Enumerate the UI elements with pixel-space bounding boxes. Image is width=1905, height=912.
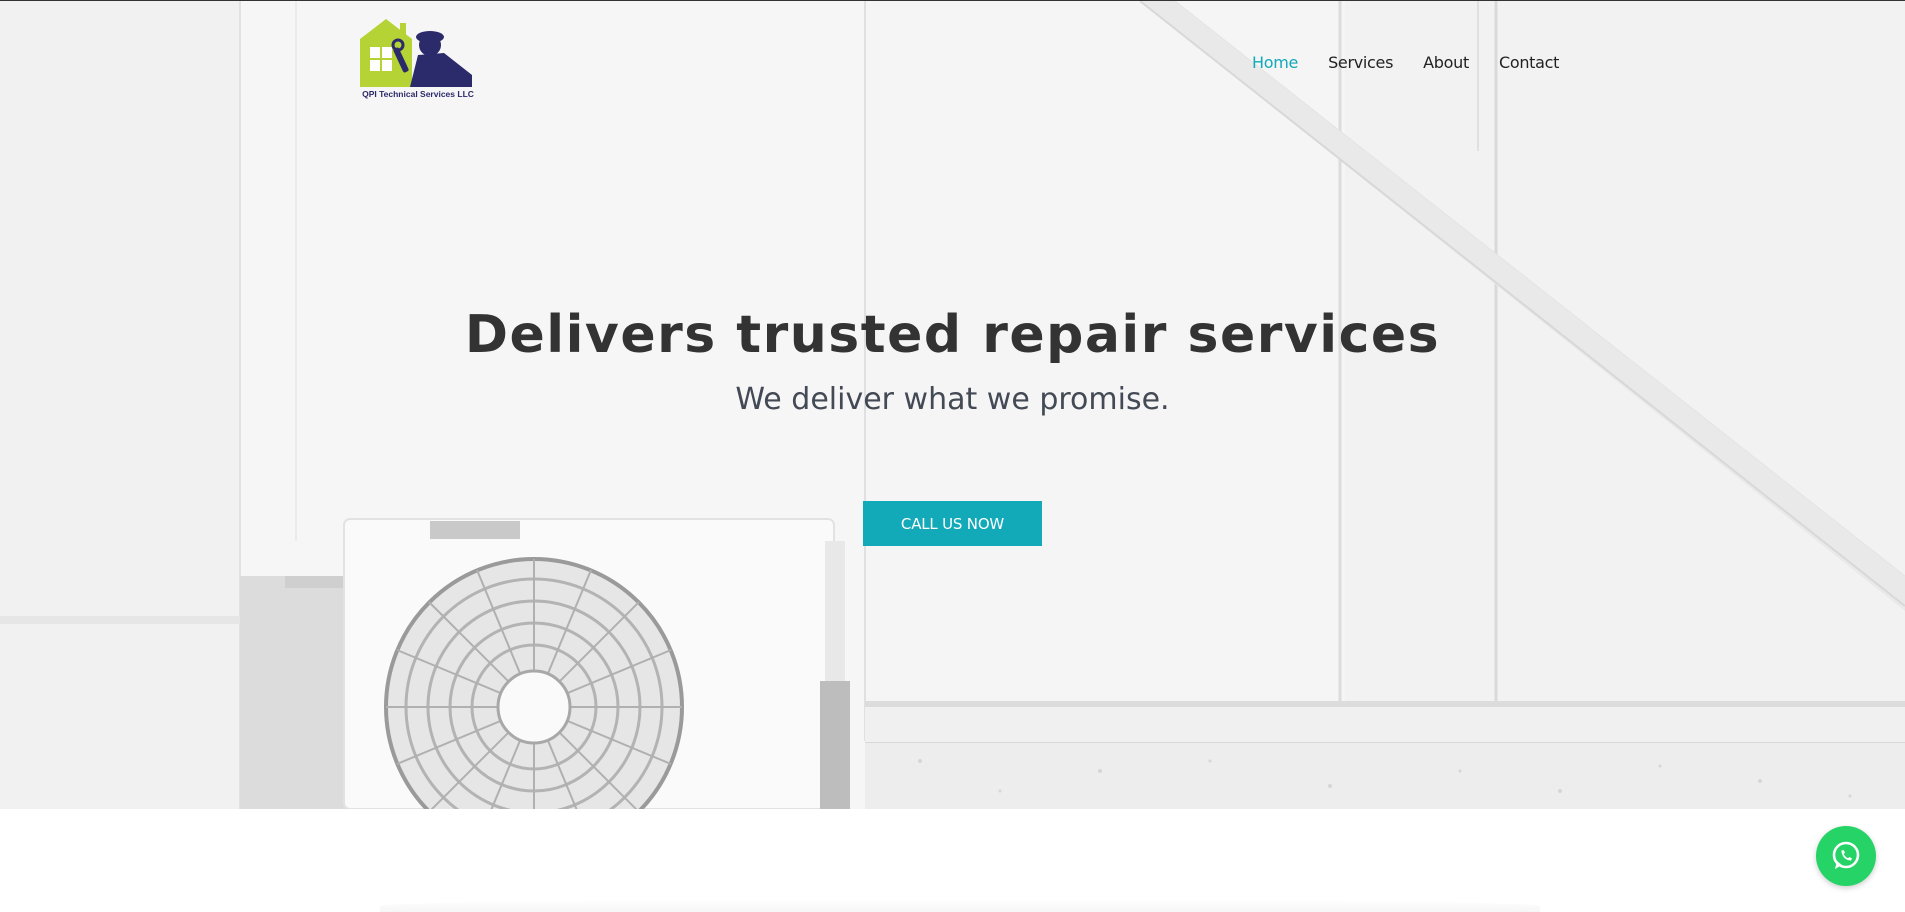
whatsapp-button[interactable] — [1816, 826, 1876, 886]
company-logo[interactable]: QPI Technical Services LLC — [360, 17, 476, 103]
page: QPI Technical Services LLC Home Services… — [0, 0, 1905, 912]
nav-item-home[interactable]: Home — [1252, 53, 1298, 72]
hero-section: QPI Technical Services LLC Home Services… — [0, 1, 1905, 809]
hero-subtitle: We deliver what we promise. — [735, 382, 1170, 417]
section-card-shadow — [380, 899, 1540, 912]
main-nav: Home Services About Contact — [1252, 53, 1589, 72]
call-us-now-button[interactable]: CALL US NOW — [863, 501, 1042, 546]
nav-item-services[interactable]: Services — [1328, 53, 1393, 72]
logo-text: QPI Technical Services LLC — [362, 89, 474, 99]
logo-mark-icon — [360, 19, 472, 87]
nav-item-contact[interactable]: Contact — [1499, 53, 1559, 72]
next-section — [0, 809, 1905, 912]
whatsapp-icon — [1832, 841, 1860, 869]
hero-title: Delivers trusted repair services — [464, 305, 1441, 365]
nav-item-about[interactable]: About — [1423, 53, 1469, 72]
